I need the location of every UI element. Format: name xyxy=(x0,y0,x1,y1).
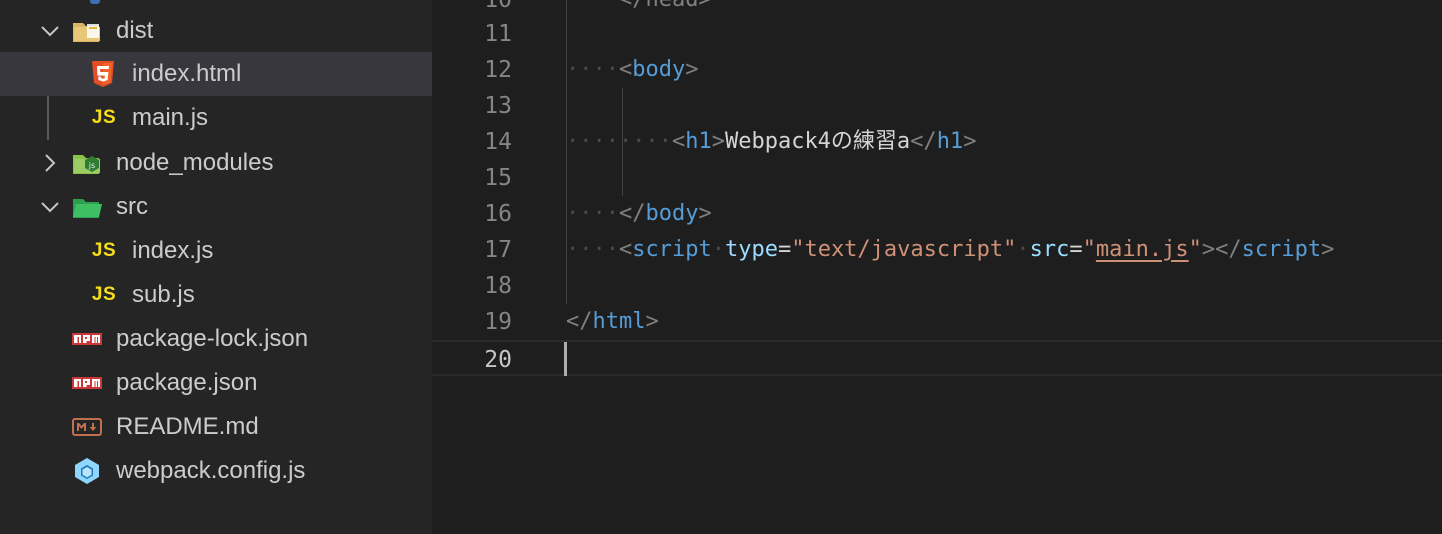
js-icon: JS xyxy=(91,107,117,128)
tree-item-label: README.md xyxy=(116,413,259,440)
line-number: 13 xyxy=(484,93,512,119)
code-text: ····</body> xyxy=(566,201,712,226)
tree-item-package-lock-json[interactable]: package-lock.json xyxy=(0,317,432,361)
folder-node-icon: js xyxy=(72,149,102,177)
code-text: ····<body> xyxy=(566,57,699,82)
tree-item-label: dist xyxy=(116,17,154,44)
line-number: 14 xyxy=(484,129,512,155)
type-value: "text/javascript" xyxy=(791,237,1017,262)
tree-item-sub-js[interactable]: JS sub.js xyxy=(0,273,432,317)
code-line-14: 14 ········<h1>Webpack4の練習a</h1> xyxy=(432,124,1442,160)
tree-item-webpack-config-js[interactable]: webpack.config.js xyxy=(0,449,432,493)
tree-item-node-modules[interactable]: js node_modules xyxy=(0,141,432,185)
line-number: 16 xyxy=(484,201,512,227)
head-close-tag: </head> xyxy=(619,0,712,12)
tree-item-label: package.json xyxy=(116,369,258,396)
tree-item-main-js[interactable]: JS main.js xyxy=(0,96,432,140)
line-number: 17 xyxy=(484,237,512,263)
line-number: 15 xyxy=(484,165,512,191)
line-number: 11 xyxy=(484,21,512,47)
code-line-18: 18 xyxy=(432,268,1442,304)
markdown-icon xyxy=(72,413,102,441)
line-number: 19 xyxy=(484,309,512,335)
scroll-indicator xyxy=(90,0,100,4)
type-attribute: type xyxy=(724,237,778,262)
tree-item-package-json[interactable]: package.json xyxy=(0,361,432,405)
tree-item-dist[interactable]: dist xyxy=(0,9,432,53)
html5-icon xyxy=(88,60,118,88)
line-number: 20 xyxy=(484,347,512,373)
code-line-13: 13 xyxy=(432,88,1442,124)
script-close-tag: script xyxy=(1241,237,1322,262)
code-line-12: 12 ····<body> xyxy=(432,52,1442,88)
code-line-20: 20 xyxy=(432,340,1442,376)
tree-item-label: main.js xyxy=(132,104,209,131)
vscode-window: dist index.html JS main.js js node_modul… xyxy=(0,0,1442,534)
js-icon: JS xyxy=(91,240,117,261)
code-text: </html> xyxy=(566,309,659,334)
npm-icon xyxy=(72,369,102,397)
js-icon: JS xyxy=(91,284,117,305)
tree-item-label: webpack.config.js xyxy=(116,457,306,484)
code-line-16: 16 ····</body> xyxy=(432,196,1442,232)
h1-content: Webpack4の練習a xyxy=(724,129,911,154)
tree-item-label: sub.js xyxy=(132,281,195,308)
code-text: ····<script·type="text/javascript"·src="… xyxy=(566,237,1335,262)
tree-item-src[interactable]: src xyxy=(0,185,432,229)
tree-item-index-html[interactable]: index.html xyxy=(0,52,432,96)
h1-close-tag: h1 xyxy=(936,129,964,154)
tree-item-label: node_modules xyxy=(116,149,274,176)
h1-tag: h1 xyxy=(685,129,712,154)
script-tag: script xyxy=(632,237,712,262)
line-number: 18 xyxy=(484,273,512,299)
tree-item-index-js[interactable]: JS index.js xyxy=(0,229,432,273)
tree-item-label: index.html xyxy=(132,60,242,87)
body-close-tag: body xyxy=(645,201,699,226)
webpack-icon xyxy=(72,457,102,485)
html-close-tag: html xyxy=(592,309,646,334)
chevron-right-icon[interactable] xyxy=(38,151,62,175)
code-line-17: 17 ····<script·type="text/javascript"·sr… xyxy=(432,232,1442,268)
src-link[interactable]: main.js xyxy=(1096,237,1189,262)
folder-dist-icon xyxy=(72,17,102,45)
npm-icon xyxy=(72,325,102,353)
tree-item-label: index.js xyxy=(132,237,214,264)
tree-item-label: src xyxy=(116,193,148,220)
code-line-15: 15 xyxy=(432,160,1442,196)
chevron-down-icon[interactable] xyxy=(38,195,62,219)
code-editor[interactable]: 10 ····</head> 11 12 ····<body> 13 14 ··… xyxy=(432,0,1442,534)
src-attribute: src xyxy=(1029,237,1070,262)
explorer-sidebar: dist index.html JS main.js js node_modul… xyxy=(0,0,432,534)
folder-src-icon xyxy=(72,193,102,221)
code-text: ········<h1>Webpack4の練習a</h1> xyxy=(566,129,977,154)
body-tag: body xyxy=(632,57,686,82)
code-line-11: 11 xyxy=(432,16,1442,52)
code-line-19: 19 </html> xyxy=(432,304,1442,340)
text-cursor xyxy=(564,342,567,376)
chevron-down-icon[interactable] xyxy=(38,19,62,43)
line-number: 12 xyxy=(484,57,512,83)
svg-text:js: js xyxy=(88,161,95,170)
tree-item-readme-md[interactable]: README.md xyxy=(0,405,432,449)
tree-item-label: package-lock.json xyxy=(116,325,309,352)
